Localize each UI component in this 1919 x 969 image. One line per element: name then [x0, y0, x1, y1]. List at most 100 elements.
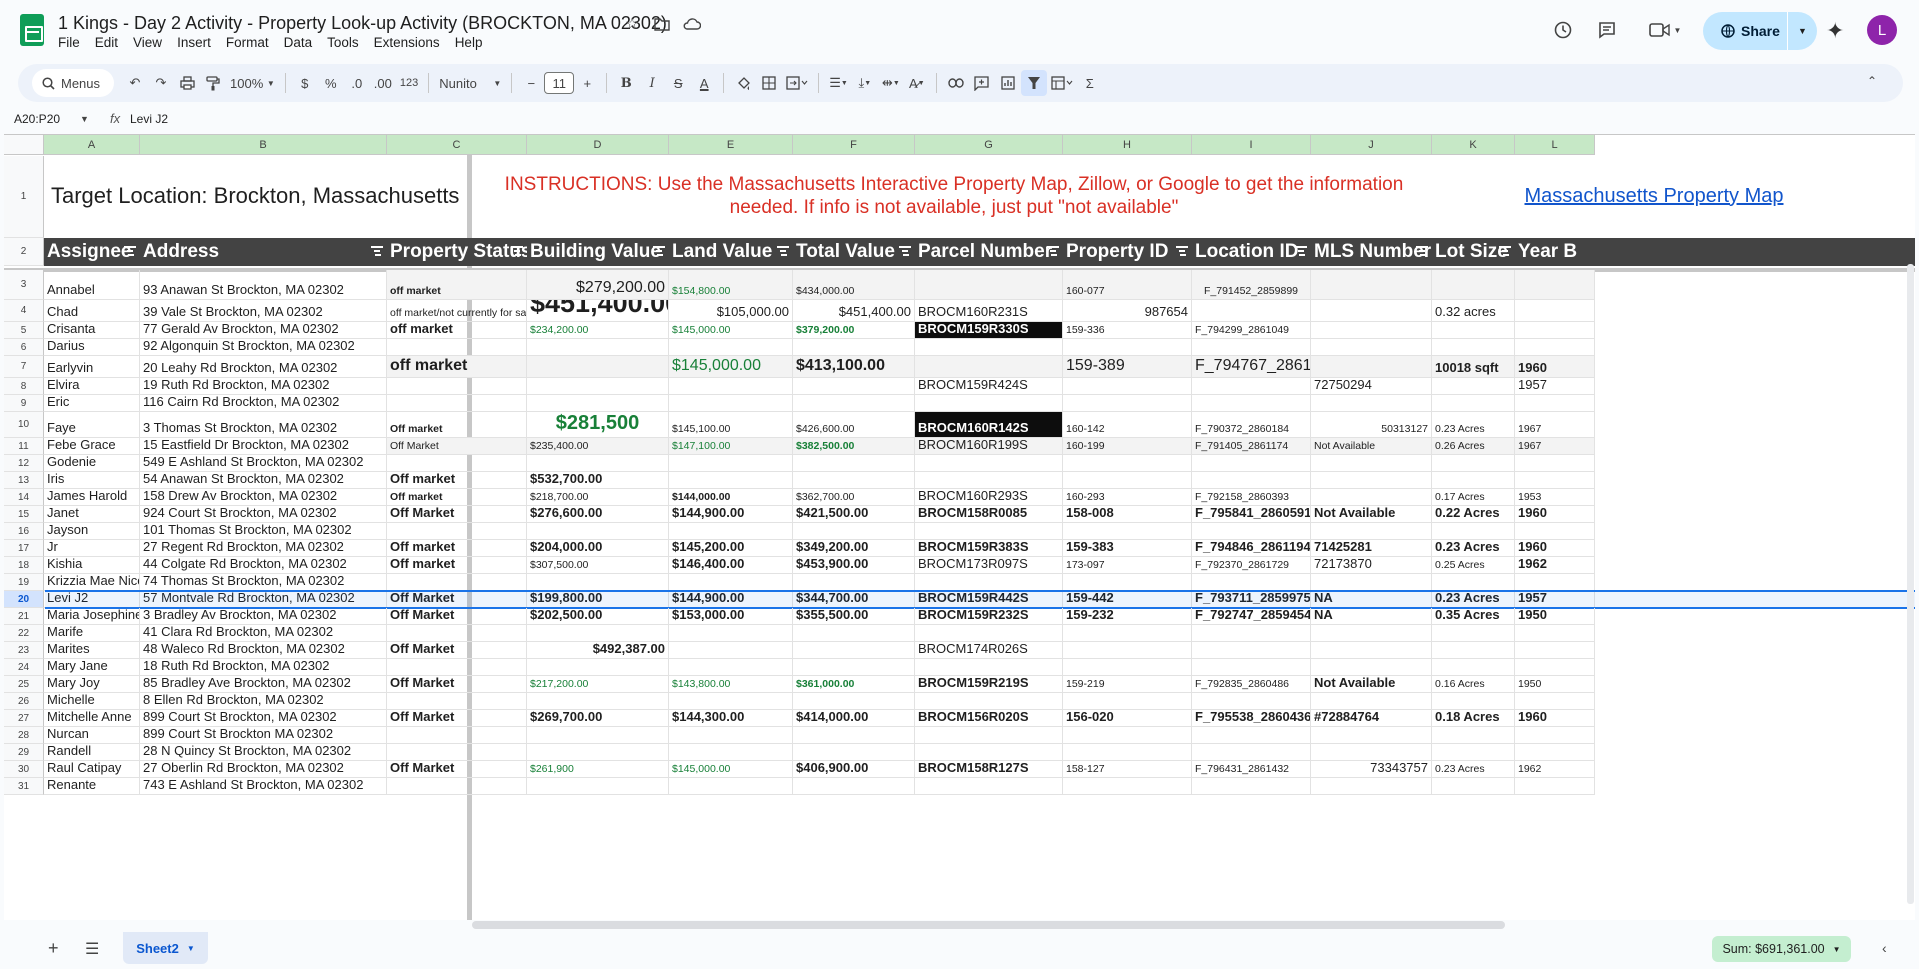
- cell-k23[interactable]: [1432, 642, 1515, 659]
- chevron-down-icon[interactable]: ▼: [187, 944, 195, 953]
- currency-format-button[interactable]: $: [292, 70, 318, 96]
- cell-c16[interactable]: [387, 523, 527, 540]
- cell-b24[interactable]: 18 Ruth Rd Brockton, MA 02302: [140, 659, 387, 676]
- cell-a20[interactable]: Levi J2: [44, 591, 140, 608]
- cell-b23[interactable]: 48 Waleco Rd Brockton, MA 02302: [140, 642, 387, 659]
- cell-c25[interactable]: Off Market: [387, 676, 527, 693]
- insert-chart-icon[interactable]: [995, 70, 1021, 96]
- cell-c18[interactable]: Off market: [387, 557, 527, 574]
- cell-l9[interactable]: [1515, 395, 1595, 412]
- cell-b9[interactable]: 116 Cairn Rd Brockton, MA 02302: [140, 395, 387, 412]
- cell-d16[interactable]: [527, 523, 669, 540]
- cell-j6[interactable]: [1311, 339, 1432, 356]
- cell-h24[interactable]: [1063, 659, 1192, 676]
- cell-d23[interactable]: $492,387.00: [527, 642, 669, 659]
- cell-b6[interactable]: 92 Algonquin St Brockton, MA 02302: [140, 339, 387, 356]
- zoom-select[interactable]: 100% ▼: [226, 70, 279, 96]
- cell-g12[interactable]: [915, 455, 1063, 472]
- row-header[interactable]: 27: [4, 710, 44, 727]
- borders-icon[interactable]: [756, 70, 782, 96]
- cell-b10[interactable]: 3 Thomas St Brockton, MA 02302: [140, 412, 387, 438]
- cell-a7[interactable]: Earlyvin: [44, 356, 140, 378]
- column-header-a[interactable]: A: [44, 135, 140, 155]
- cell-h28[interactable]: [1063, 727, 1192, 744]
- cell-l17[interactable]: 1960: [1515, 540, 1595, 557]
- row-header[interactable]: 10: [4, 412, 44, 438]
- cell-i9[interactable]: [1192, 395, 1311, 412]
- cell-c24[interactable]: [387, 659, 527, 676]
- column-header-b[interactable]: B: [140, 135, 387, 155]
- row-header[interactable]: 9: [4, 395, 44, 412]
- cell-d28[interactable]: [527, 727, 669, 744]
- share-dropdown-icon[interactable]: ▼: [1787, 12, 1817, 50]
- cell-a9[interactable]: Eric: [44, 395, 140, 412]
- font-size-increase-icon[interactable]: +: [574, 70, 600, 96]
- cell-e29[interactable]: [669, 744, 793, 761]
- cell-h6[interactable]: [1063, 339, 1192, 356]
- cell-h4[interactable]: 987654: [1063, 300, 1192, 322]
- cell-a11[interactable]: Febe Grace: [44, 438, 140, 455]
- cell-g29[interactable]: [915, 744, 1063, 761]
- cell-c10[interactable]: Off market: [387, 412, 527, 438]
- cell-i27[interactable]: F_795538_2860436: [1192, 710, 1311, 727]
- cell-i28[interactable]: [1192, 727, 1311, 744]
- cell-g13[interactable]: [915, 472, 1063, 489]
- filter-dropdown-icon[interactable]: [371, 246, 383, 256]
- cell-g7[interactable]: [915, 356, 1063, 378]
- cell-k3[interactable]: [1432, 270, 1515, 300]
- cell-d17[interactable]: $204,000.00: [527, 540, 669, 557]
- text-color-icon[interactable]: A: [691, 70, 717, 96]
- cell-j17[interactable]: 71425281: [1311, 540, 1432, 557]
- cell-d9[interactable]: [527, 395, 669, 412]
- cell-a29[interactable]: Randell: [44, 744, 140, 761]
- cell-j21[interactable]: NA: [1311, 608, 1432, 625]
- cell-l27[interactable]: 1960: [1515, 710, 1595, 727]
- move-folder-icon[interactable]: [652, 14, 672, 34]
- cell-h27[interactable]: 156-020: [1063, 710, 1192, 727]
- horizontal-align-icon[interactable]: ☰ ▼: [825, 70, 852, 96]
- account-avatar[interactable]: L: [1867, 15, 1897, 45]
- cell-h7[interactable]: 159-389: [1063, 356, 1192, 378]
- cell-j16[interactable]: [1311, 523, 1432, 540]
- cell-l26[interactable]: [1515, 693, 1595, 710]
- cell-j18[interactable]: 72173870: [1311, 557, 1432, 574]
- cell-i12[interactable]: [1192, 455, 1311, 472]
- cell-a22[interactable]: Marife: [44, 625, 140, 642]
- cell-j13[interactable]: [1311, 472, 1432, 489]
- column-title[interactable]: Parcel Number: [915, 238, 1063, 266]
- vertical-align-icon[interactable]: ⤓ ▼: [852, 70, 878, 96]
- cell-b25[interactable]: 85 Bradley Ave Brockton, MA 02302: [140, 676, 387, 693]
- cell-a3[interactable]: Annabel: [44, 270, 140, 300]
- cell-a28[interactable]: Nurcan: [44, 727, 140, 744]
- cell-j5[interactable]: [1311, 322, 1432, 339]
- menu-file[interactable]: File: [58, 35, 80, 50]
- star-icon[interactable]: ☆: [622, 14, 642, 34]
- cell-f27[interactable]: $414,000.00: [793, 710, 915, 727]
- cell-c14[interactable]: Off market: [387, 489, 527, 506]
- cell-d24[interactable]: [527, 659, 669, 676]
- column-title[interactable]: Building Value: [527, 238, 669, 266]
- cell-j31[interactable]: [1311, 778, 1432, 795]
- cell-f31[interactable]: [793, 778, 915, 795]
- cell-c7[interactable]: off market: [387, 356, 527, 378]
- spreadsheet-grid[interactable]: Target Location: Brockton, Massachusetts…: [4, 134, 1915, 920]
- cell-h19[interactable]: [1063, 574, 1192, 591]
- text-wrap-icon[interactable]: ⇹ ▼: [878, 70, 904, 96]
- percent-format-button[interactable]: %: [318, 70, 344, 96]
- cell-c22[interactable]: [387, 625, 527, 642]
- cell-c28[interactable]: [387, 727, 527, 744]
- row-header[interactable]: 12: [4, 455, 44, 472]
- row-header[interactable]: 24: [4, 659, 44, 676]
- cell-j10[interactable]: 50313127: [1311, 412, 1432, 438]
- cell-a8[interactable]: Elvira: [44, 378, 140, 395]
- cell-c19[interactable]: [387, 574, 527, 591]
- cell-l13[interactable]: [1515, 472, 1595, 489]
- cell-l20[interactable]: 1957: [1515, 591, 1595, 608]
- cell-b15[interactable]: 924 Court St Brockton, MA 02302: [140, 506, 387, 523]
- cell-f28[interactable]: [793, 727, 915, 744]
- row-header[interactable]: 7: [4, 356, 44, 378]
- row-header[interactable]: 29: [4, 744, 44, 761]
- text-rotation-icon[interactable]: A̷ ▼: [904, 70, 930, 96]
- cell-i24[interactable]: [1192, 659, 1311, 676]
- cell-e9[interactable]: [669, 395, 793, 412]
